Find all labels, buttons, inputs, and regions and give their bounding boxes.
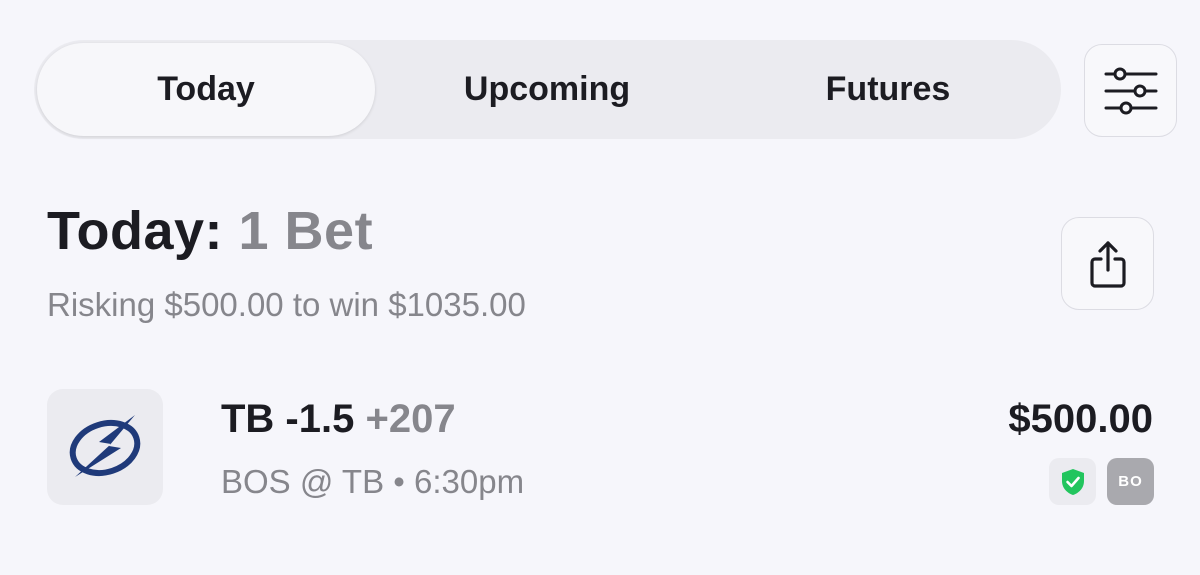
lightning-bolt-logo-icon [69, 415, 141, 477]
title-label: Today: [47, 201, 223, 261]
page-title: Today: 1 Bet [47, 200, 373, 262]
team-logo [47, 389, 163, 505]
bet-odds: +207 [365, 397, 456, 441]
bet-pick: TB -1.5 +207 [221, 397, 456, 442]
filter-button[interactable] [1084, 44, 1177, 137]
sliders-icon [1104, 67, 1157, 114]
shield-check-icon [1061, 468, 1084, 495]
risk-summary: Risking $500.00 to win $1035.00 [47, 286, 526, 323]
tab-futures-label: Futures [825, 70, 951, 108]
tab-futures[interactable]: Futures [718, 43, 1058, 136]
tab-bar: Today Upcoming Futures [34, 40, 1061, 139]
tab-upcoming-label: Upcoming [463, 70, 631, 108]
share-button[interactable] [1061, 217, 1154, 310]
bet-count: 1 Bet [238, 201, 374, 261]
tab-today[interactable]: Today [37, 43, 375, 136]
bet-pick-label: TB -1.5 [221, 397, 355, 441]
sportsbook-badge: BO [1107, 458, 1154, 505]
shield-badge [1049, 458, 1096, 505]
bet-matchup: BOS @ TB • 6:30pm [221, 463, 525, 500]
share-icon [1089, 240, 1126, 288]
tab-today-label: Today [157, 70, 255, 108]
bet-row[interactable]: TB -1.5 +207 BOS @ TB • 6:30pm $500.00 B… [0, 385, 1200, 510]
tab-upcoming[interactable]: Upcoming [376, 43, 718, 136]
bet-amount: $500.00 [1008, 397, 1153, 441]
